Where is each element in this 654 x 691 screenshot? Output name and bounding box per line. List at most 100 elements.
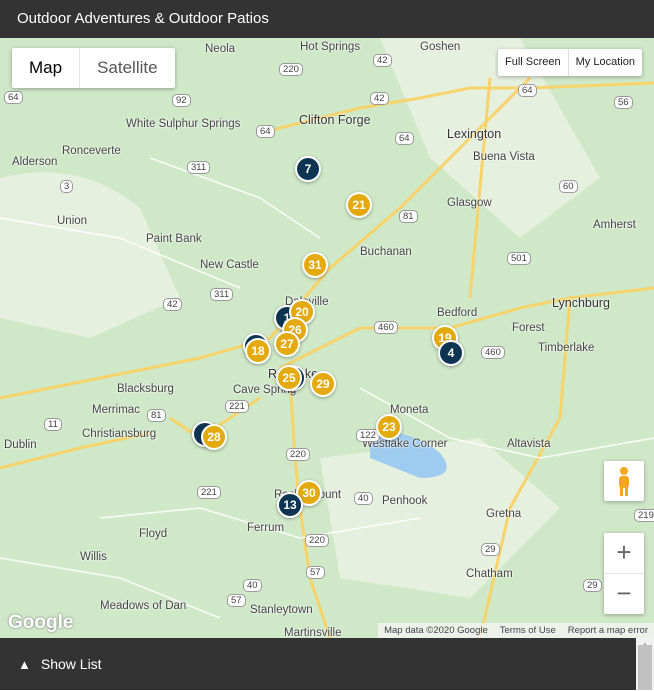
place-label: Stanleytown	[250, 604, 313, 616]
route-shield: 29	[481, 543, 500, 556]
route-shield: 311	[210, 288, 234, 301]
place-label: Floyd	[139, 528, 168, 540]
map-type-control: Map Satellite	[12, 48, 175, 88]
route-shield: 40	[354, 492, 373, 505]
place-label: Goshen	[420, 41, 461, 53]
zoom-control: + −	[604, 533, 644, 614]
route-shield: 3	[60, 180, 74, 193]
route-shield: 64	[395, 132, 414, 145]
place-label: Union	[57, 215, 88, 227]
map-marker-navy[interactable]: 4	[438, 340, 464, 366]
map-marker-gold[interactable]: 31	[302, 252, 328, 278]
zoom-in-button[interactable]: +	[604, 533, 644, 573]
terms-link[interactable]: Terms of Use	[500, 625, 556, 636]
place-label: New Castle	[200, 259, 259, 271]
route-shield: 92	[172, 94, 191, 107]
map-marker-navy[interactable]: 13	[277, 492, 303, 518]
place-label: Bedford	[437, 307, 478, 319]
place-label: Chatham	[466, 568, 513, 580]
route-shield: 64	[4, 91, 23, 104]
route-shield: 56	[614, 96, 633, 109]
map[interactable]: NeolaHot SpringsGoshenCovingtonWhite Sul…	[0, 38, 654, 638]
pegman-icon	[619, 467, 629, 496]
map-roads	[0, 38, 654, 638]
place-label: Buena Vista	[473, 151, 535, 163]
route-shield: 42	[373, 54, 392, 67]
map-marker-gold[interactable]: 23	[376, 414, 402, 440]
route-shield: 220	[279, 63, 303, 76]
place-label: Clifton Forge	[299, 113, 371, 127]
place-label: Blacksburg	[117, 383, 174, 395]
route-shield: 42	[163, 298, 182, 311]
route-shield: 221	[225, 400, 249, 413]
my-location-button[interactable]: My Location	[567, 49, 642, 76]
place-label: Alderson	[12, 156, 58, 168]
route-shield: 60	[559, 180, 578, 193]
place-label: Merrimac	[92, 404, 140, 416]
google-logo: Google	[8, 612, 74, 633]
place-label: Neola	[205, 43, 236, 55]
place-label: Lexington	[447, 127, 502, 141]
page-title: Outdoor Adventures & Outdoor Patios	[17, 10, 269, 27]
map-marker-gold[interactable]: 18	[245, 338, 271, 364]
place-label: Forest	[512, 322, 545, 334]
show-list-button[interactable]: ▲ Show List	[0, 638, 636, 690]
place-label: Meadows of Dan	[100, 600, 187, 612]
route-shield: 42	[370, 92, 389, 105]
place-label: Ferrum	[247, 522, 285, 534]
map-marker-gold[interactable]: 25	[276, 365, 302, 391]
route-shield: 501	[507, 252, 531, 265]
scrollbar-thumb[interactable]	[638, 645, 652, 690]
place-label: Glasgow	[447, 197, 492, 209]
route-shield: 460	[374, 321, 398, 334]
route-shield: 219	[634, 509, 654, 522]
route-shield: 57	[227, 594, 246, 607]
place-label: Martinsville	[284, 627, 342, 638]
place-label: Altavista	[507, 438, 551, 450]
place-label: Moneta	[390, 404, 429, 416]
map-data-text: Map data ©2020 Google	[384, 625, 488, 636]
page-header: Outdoor Adventures & Outdoor Patios	[0, 0, 654, 38]
zoom-out-button[interactable]: −	[604, 573, 644, 613]
route-shield: 64	[518, 84, 537, 97]
place-label: Buchanan	[360, 246, 412, 258]
route-shield: 64	[256, 125, 275, 138]
route-shield: 221	[197, 486, 221, 499]
map-marker-gold[interactable]: 21	[346, 192, 372, 218]
chevron-up-icon: ▲	[18, 657, 31, 672]
place-label: Dublin	[4, 439, 37, 451]
place-label: Ronceverte	[62, 145, 121, 157]
place-label: Christiansburg	[82, 428, 157, 440]
route-shield: 460	[481, 346, 505, 359]
place-label: Penhook	[382, 495, 428, 507]
report-error-link[interactable]: Report a map error	[568, 625, 648, 636]
route-shield: 29	[583, 579, 602, 592]
map-marker-navy[interactable]: 7	[295, 156, 321, 182]
map-marker-gold[interactable]: 27	[274, 331, 300, 357]
scrollbar[interactable]: ▲	[636, 638, 654, 690]
map-attribution: Map data ©2020 Google Terms of Use Repor…	[378, 623, 654, 638]
map-button[interactable]: Map	[12, 48, 81, 88]
place-label: Gretna	[486, 508, 522, 520]
route-shield: 57	[306, 566, 325, 579]
route-shield: 81	[399, 210, 418, 223]
place-label: Hot Springs	[300, 41, 361, 53]
route-shield: 220	[305, 534, 329, 547]
full-screen-button[interactable]: Full Screen	[498, 49, 568, 76]
street-view-pegman[interactable]	[604, 461, 644, 501]
show-list-label: Show List	[40, 656, 102, 672]
place-label: Amherst	[593, 219, 636, 231]
place-label: White Sulphur Springs	[126, 118, 241, 130]
route-shield: 11	[44, 418, 62, 431]
satellite-button[interactable]: Satellite	[80, 48, 174, 88]
map-marker-gold[interactable]: 28	[201, 424, 227, 450]
route-shield: 220	[286, 448, 310, 461]
place-label: Willis	[80, 551, 107, 563]
place-label: Paint Bank	[146, 233, 202, 245]
route-shield: 311	[187, 161, 211, 174]
route-shield: 40	[243, 579, 262, 592]
place-label: Timberlake	[538, 342, 595, 354]
place-label: Lynchburg	[552, 296, 610, 310]
map-marker-gold[interactable]: 29	[310, 371, 336, 397]
route-shield: 81	[147, 409, 166, 422]
